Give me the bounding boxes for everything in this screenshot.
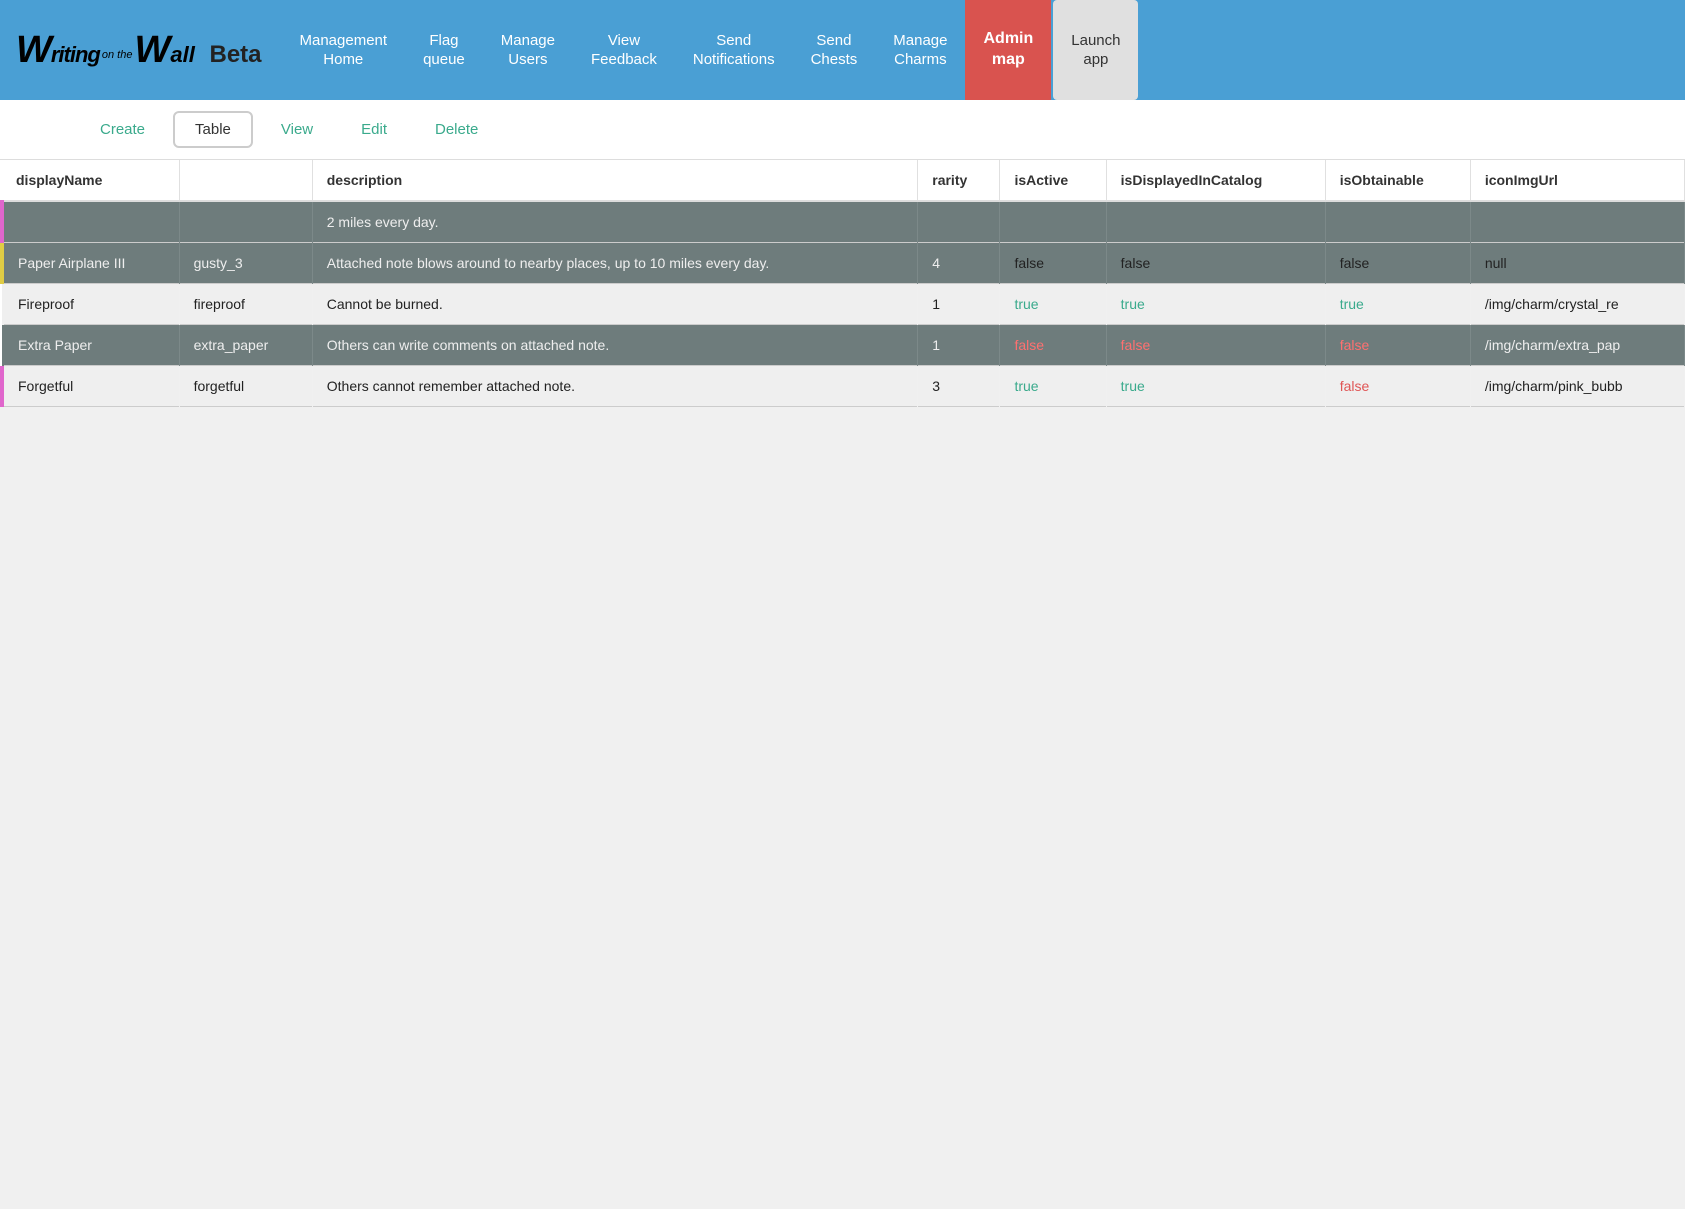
- cell-description: Others can write comments on attached no…: [312, 325, 918, 366]
- cell-isactive: [1000, 201, 1106, 243]
- nav-management-home[interactable]: ManagementHome: [282, 0, 406, 100]
- cell-iconimgurl: /img/charm/pink_bubb: [1470, 366, 1684, 407]
- cell-rarity: 4: [918, 243, 1000, 284]
- table-row: 2 miles every day.: [2, 201, 1685, 243]
- cell-col2: [179, 201, 312, 243]
- cell-col2: fireproof: [179, 284, 312, 325]
- nav-send-notifications[interactable]: SendNotifications: [675, 0, 793, 100]
- cell-displayname: [2, 201, 179, 243]
- cell-displayname: Forgetful: [2, 366, 179, 407]
- main-nav: ManagementHome Flagqueue ManageUsers Vie…: [282, 0, 1670, 100]
- nav-manage-users[interactable]: ManageUsers: [483, 0, 573, 100]
- nav-admin-map[interactable]: Adminmap: [965, 0, 1051, 100]
- charms-table: displayName description rarity isActive …: [0, 160, 1685, 407]
- cell-description: Attached note blows around to nearby pla…: [312, 243, 918, 284]
- cell-isobtainable: false: [1325, 243, 1470, 284]
- logo-wall: Wall: [134, 29, 194, 72]
- nav-manage-charms[interactable]: ManageCharms: [875, 0, 965, 100]
- cell-rarity: 3: [918, 366, 1000, 407]
- cell-isobtainable: false: [1325, 366, 1470, 407]
- table-row: Fireproof fireproof Cannot be burned. 1 …: [2, 284, 1685, 325]
- subnav-table[interactable]: Table: [173, 111, 253, 148]
- col-iconimgurl: iconImgUrl: [1470, 160, 1684, 201]
- cell-rarity: 1: [918, 284, 1000, 325]
- col-isobtainable: isObtainable: [1325, 160, 1470, 201]
- cell-iconimgurl: /img/charm/crystal_re: [1470, 284, 1684, 325]
- cell-isactive: false: [1000, 243, 1106, 284]
- cell-isdisplayedincatalog: [1106, 201, 1325, 243]
- cell-isactive: true: [1000, 366, 1106, 407]
- cell-isdisplayedincatalog: true: [1106, 284, 1325, 325]
- table-row: Extra Paper extra_paper Others can write…: [2, 325, 1685, 366]
- header: Writing on the Wall Beta ManagementHome …: [0, 0, 1685, 100]
- cell-isactive: false: [1000, 325, 1106, 366]
- col-isactive: isActive: [1000, 160, 1106, 201]
- cell-description: 2 miles every day.: [312, 201, 918, 243]
- cell-isobtainable: false: [1325, 325, 1470, 366]
- nav-view-feedback[interactable]: ViewFeedback: [573, 0, 675, 100]
- col-description: description: [312, 160, 918, 201]
- cell-isdisplayedincatalog: false: [1106, 325, 1325, 366]
- logo-beta: Beta: [203, 41, 262, 69]
- logo-on-the: on the: [102, 49, 133, 61]
- table-header-row: displayName description rarity isActive …: [2, 160, 1685, 201]
- cell-col2: gusty_3: [179, 243, 312, 284]
- cell-iconimgurl: null: [1470, 243, 1684, 284]
- col-displayname: displayName: [2, 160, 179, 201]
- col-isdisplayedincatalog: isDisplayedInCatalog: [1106, 160, 1325, 201]
- cell-isobtainable: true: [1325, 284, 1470, 325]
- cell-displayname: Extra Paper: [2, 325, 179, 366]
- cell-col2: forgetful: [179, 366, 312, 407]
- logo: Writing on the Wall Beta: [16, 29, 262, 72]
- nav-launch-app[interactable]: Launchapp: [1053, 0, 1138, 100]
- cell-rarity: [918, 201, 1000, 243]
- cell-iconimgurl: /img/charm/extra_pap: [1470, 325, 1684, 366]
- cell-isactive: true: [1000, 284, 1106, 325]
- cell-iconimgurl: [1470, 201, 1684, 243]
- table-row: Paper Airplane III gusty_3 Attached note…: [2, 243, 1685, 284]
- subnav-edit[interactable]: Edit: [341, 113, 407, 146]
- cell-displayname: Paper Airplane III: [2, 243, 179, 284]
- col-empty: [179, 160, 312, 201]
- cell-description: Others cannot remember attached note.: [312, 366, 918, 407]
- cell-isdisplayedincatalog: true: [1106, 366, 1325, 407]
- table-container: displayName description rarity isActive …: [0, 160, 1685, 407]
- nav-flag-queue[interactable]: Flagqueue: [405, 0, 483, 100]
- cell-rarity: 1: [918, 325, 1000, 366]
- subnav-create[interactable]: Create: [80, 113, 165, 146]
- subnav-view[interactable]: View: [261, 113, 333, 146]
- cell-description: Cannot be burned.: [312, 284, 918, 325]
- subnav: Create Table View Edit Delete: [0, 100, 1685, 160]
- subnav-delete[interactable]: Delete: [415, 113, 498, 146]
- nav-send-chests[interactable]: SendChests: [793, 0, 876, 100]
- cell-isobtainable: [1325, 201, 1470, 243]
- cell-isdisplayedincatalog: false: [1106, 243, 1325, 284]
- cell-displayname: Fireproof: [2, 284, 179, 325]
- table-row: Forgetful forgetful Others cannot rememb…: [2, 366, 1685, 407]
- logo-writing: Writing: [16, 29, 100, 72]
- col-rarity: rarity: [918, 160, 1000, 201]
- cell-col2: extra_paper: [179, 325, 312, 366]
